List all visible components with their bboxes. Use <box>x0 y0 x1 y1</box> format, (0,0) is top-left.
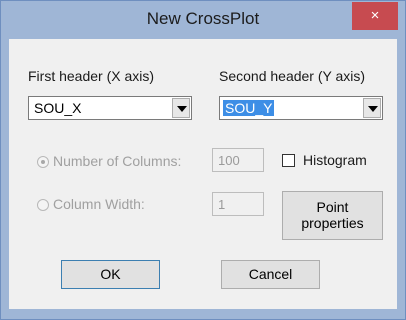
x-header-dropdown-icon[interactable] <box>172 98 190 118</box>
point-properties-label-line1: Point <box>316 199 349 215</box>
close-icon: × <box>370 7 380 24</box>
dialog-title: New CrossPlot <box>146 9 260 28</box>
y-header-value: SOU_Y <box>223 100 275 116</box>
x-header-label: First header (X axis) <box>28 68 155 84</box>
histogram-checkbox[interactable] <box>282 154 295 167</box>
title-bar[interactable]: New CrossPlot × <box>1 1 405 39</box>
y-header-label: Second header (Y axis) <box>219 68 366 84</box>
y-header-select[interactable]: SOU_Y <box>219 96 383 120</box>
x-header-select[interactable]: SOU_X <box>28 96 192 120</box>
column-width-input[interactable]: 1 <box>212 192 264 216</box>
histogram-label: Histogram <box>303 152 367 168</box>
column-width-value: 1 <box>218 197 226 212</box>
ok-button[interactable]: OK <box>61 260 160 289</box>
x-header-value: SOU_X <box>34 100 82 116</box>
point-properties-button[interactable]: Point properties <box>282 191 383 240</box>
column-width-label: Column Width: <box>53 196 145 212</box>
point-properties-label-line2: properties <box>301 215 364 231</box>
num-columns-radio[interactable] <box>37 156 49 168</box>
crossplot-dialog: New CrossPlot × First header (X axis) Se… <box>0 0 406 320</box>
column-width-radio[interactable] <box>37 199 49 211</box>
y-header-dropdown-icon[interactable] <box>363 98 381 118</box>
num-columns-label: Number of Columns: <box>53 153 182 169</box>
num-columns-input[interactable]: 100 <box>212 148 264 172</box>
dialog-body: First header (X axis) Second header (Y a… <box>9 39 397 309</box>
close-button[interactable]: × <box>352 2 398 30</box>
num-columns-value: 100 <box>218 153 240 168</box>
cancel-button[interactable]: Cancel <box>221 260 320 289</box>
